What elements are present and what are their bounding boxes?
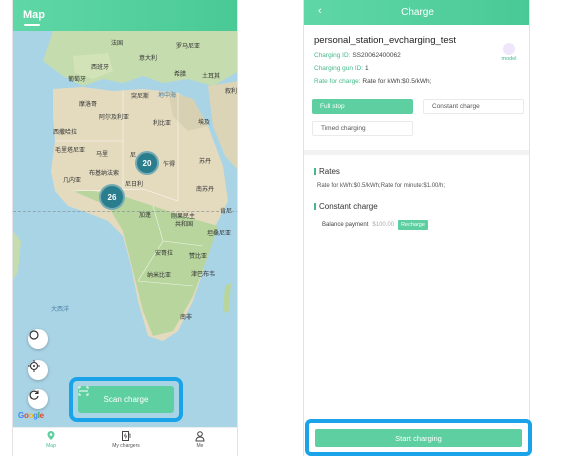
title-underline	[24, 24, 40, 26]
map-label-france: 法国	[111, 41, 124, 47]
bottom-nav: Map My chargers Me	[13, 427, 237, 456]
map-label-zimbabwe: 津巴布韦	[191, 272, 216, 278]
refresh-button[interactable]	[28, 389, 48, 409]
charge-title: Charge	[401, 7, 434, 18]
rates-text: Rate for kWh:$0.5/kWh;Rate for minute:$1…	[317, 183, 446, 189]
world-map[interactable]: 法国 罗马尼亚 西班牙 意大利 葡萄牙 希腊 土耳其 叙利 摩洛哥 突尼斯 地中…	[13, 31, 238, 427]
map-label-nigeria: 尼日利	[125, 182, 144, 188]
map-label-tanzania: 坦桑尼亚	[207, 231, 232, 237]
map-label-algeria: 阿尔及利亚	[99, 115, 130, 121]
map-label-libya: 利比亚	[153, 121, 172, 127]
rate-row: Rate for charge: Rate for kWh:$0.5/kWh;	[314, 78, 432, 85]
nav-label: Me	[196, 443, 204, 449]
map-label-burkina: 布基纳法索	[89, 171, 120, 177]
charger-icon	[122, 431, 131, 441]
start-charging-highlight: Start charging	[305, 419, 532, 456]
map-label-turkey: 土耳其	[202, 74, 221, 80]
equator-line	[13, 211, 237, 212]
map-label-sudan: 苏丹	[199, 159, 212, 165]
model-badge[interactable]: model	[498, 43, 520, 62]
balance-amount: $100.00	[372, 222, 395, 228]
refresh-icon	[29, 390, 39, 400]
station-name: personal_station_evcharging_test	[314, 35, 457, 46]
charge-header: ‹ Charge	[304, 0, 529, 25]
user-icon	[195, 431, 205, 442]
map-label-italy: 意大利	[139, 56, 158, 62]
charger-cluster-marker[interactable]: 20	[135, 151, 159, 175]
mode-timed-charging[interactable]: Timed charging	[312, 121, 413, 136]
map-label-syria: 叙利	[225, 89, 238, 95]
map-label-south-sudan: 南苏丹	[196, 187, 215, 193]
gun-id-value: 1	[364, 65, 369, 72]
map-label-south-africa: 南非	[180, 315, 193, 321]
map-label-drc-2: 共和国	[175, 222, 194, 228]
nav-item-me[interactable]: Me	[170, 430, 230, 449]
map-header: Map	[13, 0, 237, 31]
map-label-mediterranean: 地中海	[158, 93, 177, 99]
charger-cluster-marker[interactable]: 26	[99, 184, 125, 210]
balance-row: Balance payment $100.00 Recharge	[322, 220, 428, 230]
start-charging-button[interactable]: Start charging	[315, 429, 522, 447]
rates-title: Rates	[314, 167, 340, 176]
map-label-guinea: 几内亚	[63, 178, 82, 184]
mode-full-stop[interactable]: Full stop	[312, 99, 413, 114]
map-label-mauritania: 毛里塔尼亚	[55, 148, 86, 154]
locate-button[interactable]	[28, 360, 48, 380]
scan-charge-label: Scan charge	[103, 395, 149, 404]
map-label-egypt: 埃及	[198, 120, 211, 126]
search-icon	[29, 330, 39, 340]
balance-label: Balance payment	[322, 222, 369, 228]
constant-charge-title: Constant charge	[314, 202, 378, 211]
map-screen: Map 法国 罗马尼亚 西班牙 意大利 葡萄牙 希腊 土耳其 叙利 摩洛哥 突尼…	[12, 0, 238, 456]
map-label-greece: 希腊	[174, 72, 187, 78]
charging-id-row: Charging ID: SS20062400062	[314, 52, 401, 59]
charging-id-value: SS20062400062	[352, 52, 401, 59]
map-label-western-sahara: 西撒哈拉	[53, 130, 78, 136]
map-title: Map	[23, 9, 45, 21]
scan-charge-button[interactable]: Scan charge	[78, 386, 174, 413]
map-label-tunisia: 突尼斯	[131, 94, 150, 100]
nav-label: Map	[46, 443, 56, 449]
scan-charge-highlight: Scan charge	[69, 377, 183, 422]
section-divider	[304, 150, 529, 155]
brain-icon	[503, 43, 515, 55]
rate-value: Rate for kWh:$0.5/kWh;	[362, 78, 432, 85]
map-label-angola: 安哥拉	[155, 251, 174, 257]
nav-item-my-chargers[interactable]: My chargers	[96, 430, 156, 449]
recharge-button[interactable]: Recharge	[398, 220, 428, 230]
map-label-chad: 乍得	[163, 162, 176, 168]
map-label-spain: 西班牙	[91, 65, 110, 71]
google-logo: Google	[18, 411, 44, 420]
map-label-namibia: 纳米比亚	[147, 273, 172, 279]
map-label-zambia: 赞比亚	[189, 254, 208, 260]
charge-screen: ‹ Charge personal_station_evcharging_tes…	[303, 0, 530, 456]
nav-item-map[interactable]: Map	[21, 430, 81, 449]
gun-id-row: Charging gun ID: 1	[314, 65, 369, 72]
nav-label: My chargers	[112, 443, 140, 449]
map-label-romania: 罗马尼亚	[176, 44, 201, 50]
map-label-atlantic: 大西洋	[51, 307, 70, 313]
map-label-portugal: 葡萄牙	[68, 77, 87, 83]
map-label-morocco: 摩洛哥	[79, 102, 98, 108]
map-pin-icon	[47, 431, 55, 440]
map-label-mali: 马里	[96, 152, 109, 158]
map-search-button[interactable]	[28, 329, 48, 349]
locate-icon	[28, 360, 40, 372]
scan-icon	[78, 386, 89, 396]
mode-constant-charge[interactable]: Constant charge	[423, 99, 524, 114]
